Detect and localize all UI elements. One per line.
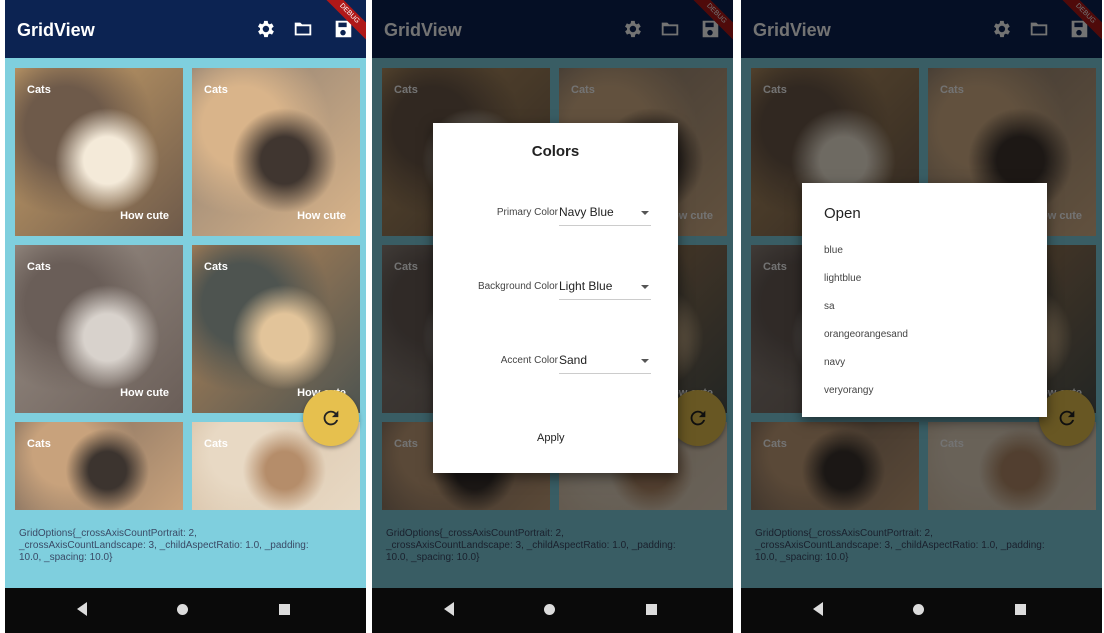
dropdown-arrow-icon — [641, 285, 649, 289]
refresh-icon — [320, 407, 342, 429]
tile-caption-top: Cats — [27, 84, 51, 96]
tile-caption-top: Cats — [27, 438, 51, 450]
open-item-blue[interactable]: blue — [824, 245, 843, 256]
dropdown-value: Light Blue — [559, 279, 613, 293]
open-button[interactable] — [292, 18, 316, 42]
settings-button[interactable] — [254, 18, 278, 42]
dropdown-value: Navy Blue — [559, 205, 614, 219]
tile-caption-bottom: How cute — [297, 210, 346, 222]
apply-button[interactable]: Apply — [531, 428, 571, 448]
phone-screen-open-dialog: GridView DEBUG CatsHow cute CatsHow cute… — [741, 0, 1102, 633]
system-nav-bar — [741, 588, 1102, 633]
accent-color-label: Accent Color — [500, 355, 558, 366]
recents-nav-icon[interactable] — [279, 604, 290, 615]
open-item-lightblue[interactable]: lightblue — [824, 273, 861, 284]
primary-color-label: Primary Color — [496, 207, 558, 218]
phone-screen-colors-dialog: GridView DEBUG CatsHow cute CatsHow cute… — [372, 0, 733, 633]
background-color-label: Background Color — [477, 281, 558, 292]
dropdown-value: Sand — [559, 353, 588, 367]
grid-tile[interactable]: Cats — [15, 422, 183, 510]
back-nav-icon[interactable] — [813, 602, 823, 616]
colors-dialog: Colors Primary Color Navy Blue Backgroun… — [433, 123, 678, 473]
grid-tile[interactable]: Cats How cute — [192, 68, 360, 236]
open-item-veryorangy[interactable]: veryorangy — [824, 385, 873, 396]
phone-screen-grid: GridView DEBUG Cats How cute Cats How cute… — [5, 0, 366, 633]
primary-color-row: Primary Color Navy Blue — [433, 195, 678, 235]
app-title: GridView — [17, 20, 95, 40]
tile-caption-top: Cats — [204, 84, 228, 96]
home-nav-icon[interactable] — [544, 604, 555, 615]
tile-caption-bottom: How cute — [120, 387, 169, 399]
accent-color-row: Accent Color Sand — [433, 343, 678, 383]
tile-caption-bottom: How cute — [120, 210, 169, 222]
app-bar: GridView DEBUG — [5, 0, 366, 58]
tile-caption-top: Cats — [204, 261, 228, 273]
system-nav-bar — [372, 588, 733, 633]
grid-options-text: GridOptions{_crossAxisCountPortrait: 2, … — [19, 528, 309, 563]
recents-nav-icon[interactable] — [1015, 604, 1026, 615]
dialog-title: Open — [824, 205, 861, 222]
folder-icon — [292, 18, 314, 40]
dropdown-arrow-icon — [641, 359, 649, 363]
dropdown-arrow-icon — [641, 211, 649, 215]
open-item-navy[interactable]: navy — [824, 357, 845, 368]
back-nav-icon[interactable] — [444, 602, 454, 616]
system-nav-bar — [5, 588, 366, 633]
recents-nav-icon[interactable] — [646, 604, 657, 615]
background-color-row: Background Color Light Blue — [433, 269, 678, 309]
gear-icon — [254, 18, 276, 40]
primary-color-dropdown[interactable]: Navy Blue — [559, 201, 651, 226]
open-item-orangeorangesand[interactable]: orangeorangesand — [824, 329, 908, 340]
grid-content[interactable]: Cats How cute Cats How cute Cats How cute C… — [5, 58, 366, 588]
accent-color-dropdown[interactable]: Sand — [559, 349, 651, 374]
home-nav-icon[interactable] — [913, 604, 924, 615]
grid-tile[interactable]: CatsHow cute — [192, 245, 360, 413]
refresh-fab[interactable] — [303, 390, 359, 446]
open-dialog: Open blue lightblue sa orangeorangesand … — [802, 183, 1047, 417]
background-color-dropdown[interactable]: Light Blue — [559, 275, 651, 300]
home-nav-icon[interactable] — [177, 604, 188, 615]
back-nav-icon[interactable] — [77, 602, 87, 616]
open-item-sa[interactable]: sa — [824, 301, 835, 312]
cat-photo — [15, 422, 183, 510]
dialog-title: Colors — [531, 143, 580, 160]
grid-tile[interactable]: Cats How cute — [15, 245, 183, 413]
tile-caption-top: Cats — [27, 261, 51, 273]
tile-caption-top: Cats — [204, 438, 228, 450]
grid-tile[interactable]: Cats How cute — [15, 68, 183, 236]
